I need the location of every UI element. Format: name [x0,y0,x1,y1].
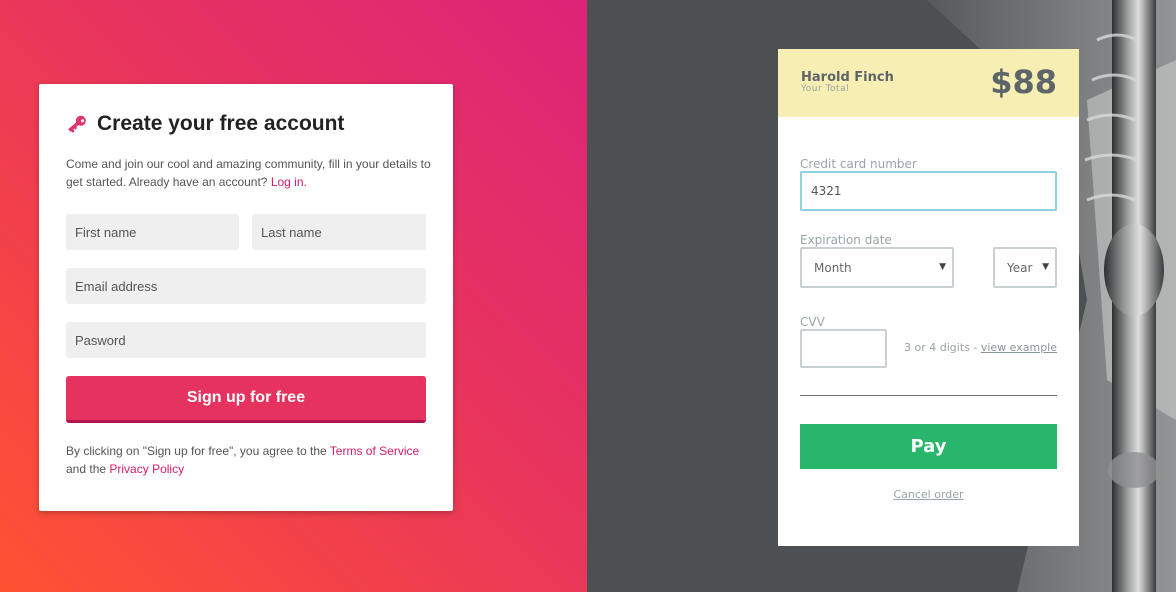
cvv-input[interactable] [800,329,887,368]
signup-card: Create your free account Come and join o… [39,84,453,511]
payment-card: Harold Finch Your Total $88 Credit card … [778,49,1079,546]
payer-name: Harold Finch [801,70,894,85]
payment-header: Harold Finch Your Total $88 [778,49,1079,117]
cc-label: Credit card number [800,157,917,171]
first-name-input[interactable] [66,214,239,250]
year-select[interactable]: Year ▼ [993,247,1057,288]
signup-button[interactable]: Sign up for free [66,376,426,423]
email-input[interactable] [66,268,426,304]
page-title: Create your free account [97,112,345,135]
privacy-link[interactable]: Privacy Policy [109,462,184,476]
year-value: Year [1007,260,1033,275]
last-name-input[interactable] [252,214,426,250]
cvv-hint-text: 3 or 4 digits - [904,341,978,354]
cvv-label: CVV [800,315,825,329]
terms-link[interactable]: Terms of Service [330,444,419,458]
expiry-label: Expiration date [800,233,892,247]
terms-prefix: By clicking on "Sign up for free", you a… [66,444,327,458]
terms-mid: and the [66,462,107,476]
chevron-down-icon: ▼ [939,262,946,272]
month-select[interactable]: Month ▼ [800,247,954,288]
card-header: Create your free account [65,112,344,136]
payer-subtitle: Your Total [801,84,850,94]
pay-button[interactable]: Pay [800,424,1057,469]
terms-text: By clicking on "Sign up for free", you a… [66,442,436,478]
month-value: Month [814,260,852,275]
cancel-order-link[interactable]: Cancel order [778,488,1079,501]
login-link[interactable]: Log in. [271,175,307,189]
cvv-hint: 3 or 4 digits - view example [904,341,1057,354]
view-example-link[interactable]: view example [981,341,1057,354]
signup-background: Create your free account Come and join o… [0,0,587,592]
intro-body: Come and join our cool and amazing commu… [66,157,431,189]
cc-number-input[interactable] [800,171,1057,211]
divider [800,395,1057,396]
password-input[interactable] [66,322,426,358]
total-amount: $88 [990,63,1057,101]
chevron-down-icon: ▼ [1042,262,1049,272]
key-icon [65,112,89,136]
intro-text: Come and join our cool and amazing commu… [66,155,436,191]
